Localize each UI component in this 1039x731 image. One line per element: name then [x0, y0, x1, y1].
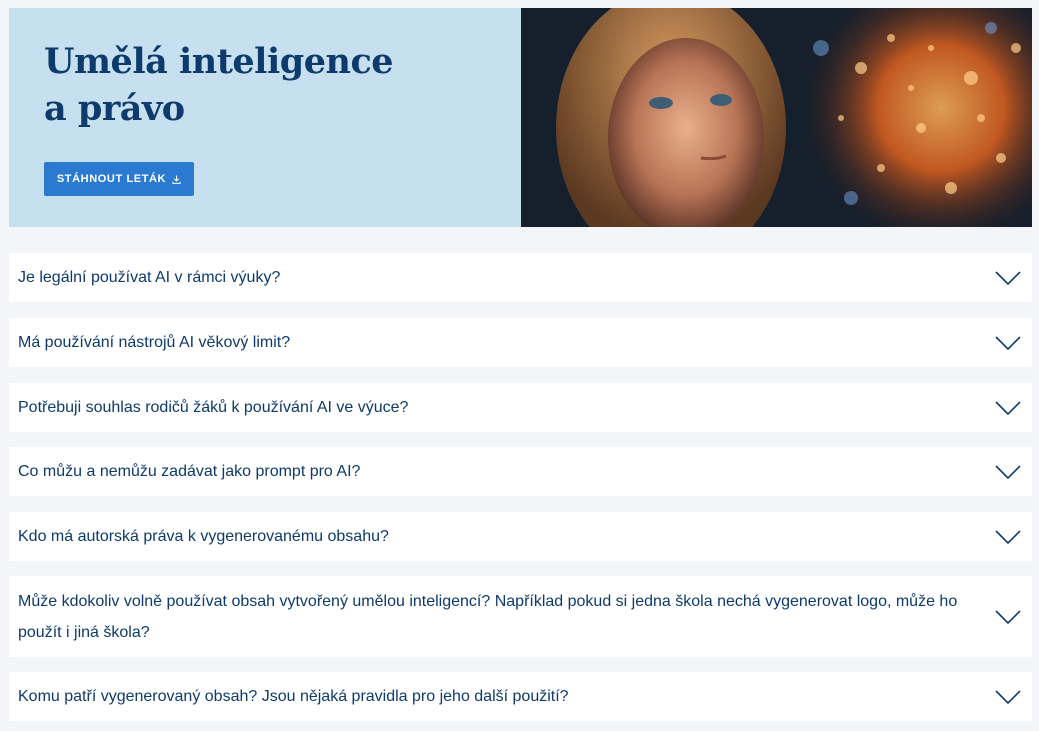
download-button-label: STÁHNOUT LETÁK	[56, 173, 167, 185]
faq-question: Co můžu a nemůžu zadávat jako prompt pro…	[18, 463, 361, 480]
download-icon	[172, 174, 181, 184]
faq-item-legal-use[interactable]: Je legální používat AI v rámci výuky?	[9, 253, 1032, 302]
chevron-down-icon[interactable]	[995, 270, 1021, 285]
hero-text-panel: Umělá inteligence a právo STÁHNOUT LETÁK	[9, 8, 521, 227]
chevron-down-icon[interactable]	[995, 335, 1021, 350]
faq-item-prompt-content[interactable]: Co můžu a nemůžu zadávat jako prompt pro…	[9, 447, 1032, 496]
chevron-down-icon[interactable]	[995, 689, 1021, 704]
faq-item-parental-consent[interactable]: Potřebuji souhlas rodičů žáků k používán…	[9, 383, 1032, 432]
faq-item-age-limit[interactable]: Má používání nástrojů AI věkový limit?	[9, 318, 1032, 367]
chevron-down-icon[interactable]	[995, 529, 1021, 544]
page-title: Umělá inteligence a právo	[44, 38, 394, 132]
page-title-line1: Umělá inteligence	[44, 41, 394, 82]
hero-banner: Umělá inteligence a právo STÁHNOUT LETÁK	[9, 8, 1032, 227]
faq-question: Komu patří vygenerovaný obsah? Jsou něja…	[18, 688, 569, 705]
faq-item-free-use[interactable]: Může kdokoliv volně používat obsah vytvo…	[9, 576, 1032, 657]
hero-image	[521, 8, 1032, 227]
page-title-line2: a právo	[44, 88, 185, 129]
faq-question: Může kdokoliv volně používat obsah vytvo…	[18, 592, 958, 641]
hero-image-illustration	[521, 8, 1032, 227]
download-leaflet-button[interactable]: STÁHNOUT LETÁK	[44, 162, 194, 196]
faq-question: Kdo má autorská práva k vygenerovanému o…	[18, 528, 389, 545]
faq-question: Potřebuji souhlas rodičů žáků k používán…	[18, 399, 409, 416]
faq-item-copyright[interactable]: Kdo má autorská práva k vygenerovanému o…	[9, 512, 1032, 561]
faq-question: Je legální používat AI v rámci výuky?	[18, 269, 281, 286]
faq-question: Má používání nástrojů AI věkový limit?	[18, 334, 291, 351]
chevron-down-icon[interactable]	[995, 464, 1021, 479]
chevron-down-icon[interactable]	[995, 609, 1021, 624]
chevron-down-icon[interactable]	[995, 400, 1021, 415]
faq-item-ownership[interactable]: Komu patří vygenerovaný obsah? Jsou něja…	[9, 672, 1032, 721]
